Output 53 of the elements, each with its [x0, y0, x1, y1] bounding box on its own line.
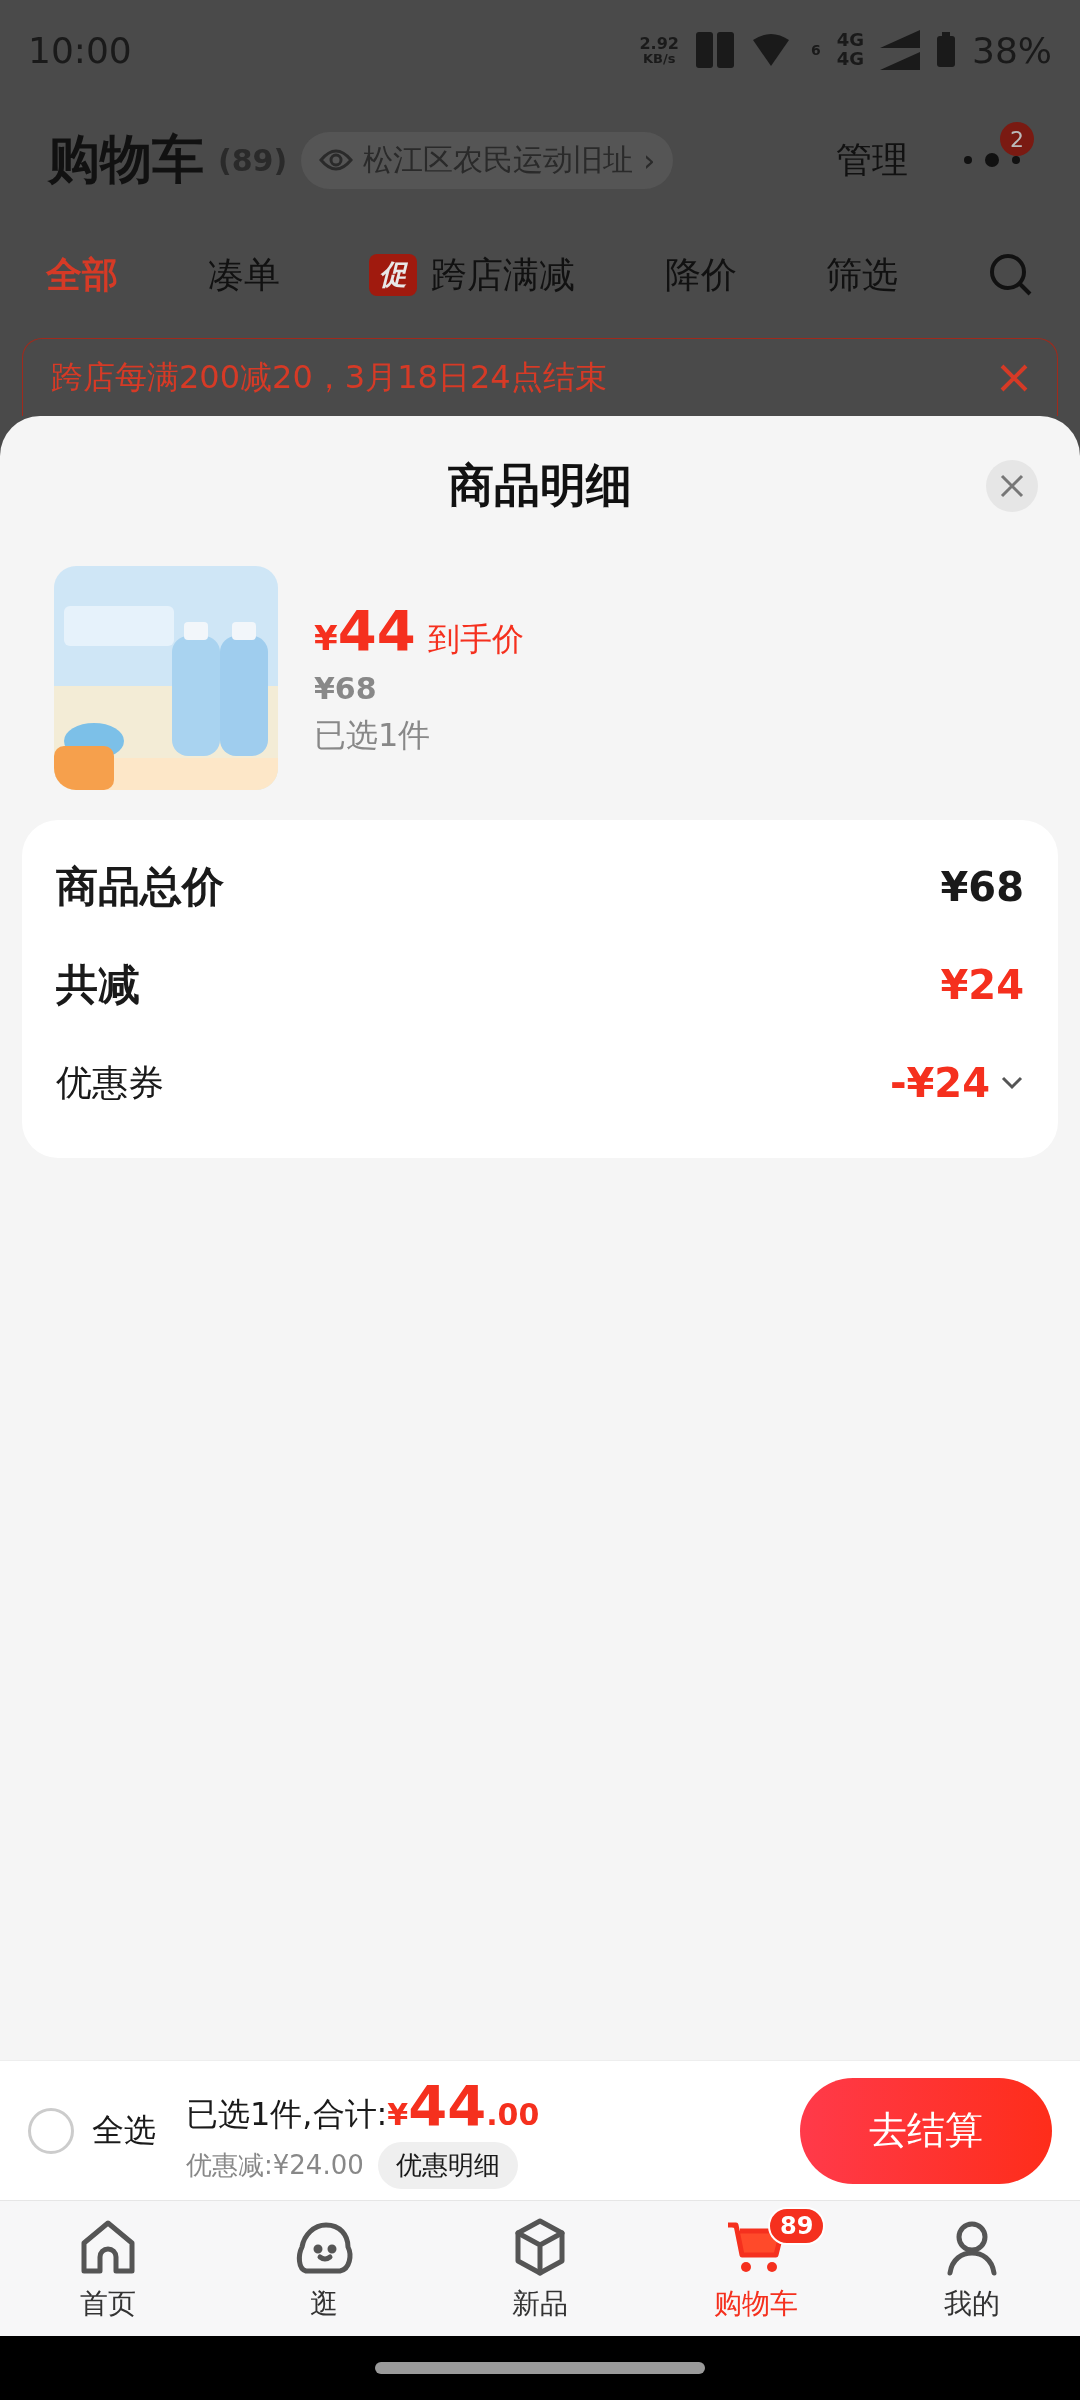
- promo-text: 跨店每满200减20，3月18日24点结束: [51, 356, 607, 398]
- summary-value: ¥68: [940, 864, 1024, 910]
- summary-value: -¥24: [889, 1060, 990, 1106]
- nav-label: 新品: [512, 2285, 568, 2322]
- battery-icon: [936, 32, 956, 68]
- summary-label: 优惠券: [56, 1060, 164, 1105]
- dual-sim-icon: [694, 31, 735, 69]
- close-button[interactable]: [986, 460, 1038, 512]
- filter-tab[interactable]: 凑单: [207, 250, 280, 300]
- nav-tab[interactable]: 我的: [864, 2201, 1080, 2336]
- manage-link[interactable]: 管理: [836, 135, 908, 185]
- filter-tab[interactable]: 促 跨店满减: [369, 250, 576, 300]
- select-all-checkbox[interactable]: [28, 2107, 74, 2154]
- signal-icon: [880, 30, 920, 70]
- nav-label: 购物车: [714, 2285, 798, 2322]
- summary-label: 共减: [56, 959, 140, 1011]
- more-icon[interactable]: [962, 152, 1022, 168]
- chevron-text: ›: [643, 142, 656, 178]
- summary-value: ¥24: [940, 962, 1024, 1008]
- nav-label: 逛: [310, 2285, 338, 2322]
- nav-label: 首页: [80, 2285, 136, 2322]
- discount-detail-button[interactable]: 优惠明细: [377, 2141, 518, 2189]
- currency-symbol: ¥: [314, 618, 338, 658]
- chevron-down-icon[interactable]: [1000, 1075, 1024, 1091]
- sheet-title: 商品明细: [448, 457, 632, 514]
- close-icon: [1000, 474, 1024, 498]
- count-badge: 89: [768, 2207, 826, 2245]
- original-price: ¥68: [314, 671, 378, 706]
- currency-symbol: ¥: [387, 2096, 409, 2132]
- notification-badge: 2: [1000, 122, 1034, 156]
- selected-count: 已选1件: [314, 715, 432, 756]
- nav-label: 我的: [944, 2285, 1000, 2322]
- eye-icon: [319, 148, 354, 172]
- summary-label: 商品总价: [56, 861, 224, 913]
- price-label: 到手价: [427, 619, 524, 660]
- total-amount: 44: [408, 2072, 487, 2138]
- select-all-label: 全选: [92, 2109, 156, 2151]
- final-price: 44: [337, 598, 416, 663]
- total-label: 已选1件,合计:: [186, 2093, 388, 2135]
- nav-tab[interactable]: 购物车 89: [648, 2201, 864, 2336]
- close-icon[interactable]: [999, 362, 1029, 393]
- filter-tab[interactable]: 降价: [664, 250, 737, 300]
- tab-label: 跨店满减: [431, 252, 576, 297]
- search-icon[interactable]: [987, 252, 1034, 298]
- discount-text: 优惠减:¥24.00: [186, 2148, 364, 2182]
- promo-tag: 促: [369, 254, 418, 296]
- nav-tab[interactable]: 首页: [0, 2201, 216, 2336]
- filter-tab[interactable]: 筛选: [826, 250, 899, 300]
- total-decimals: .00: [486, 2096, 540, 2132]
- checkout-button[interactable]: 去结算: [800, 2077, 1052, 2184]
- nav-tab[interactable]: 新品: [432, 2201, 648, 2336]
- nav-tab[interactable]: 逛: [216, 2201, 432, 2336]
- page-title: 购物车: [48, 128, 204, 191]
